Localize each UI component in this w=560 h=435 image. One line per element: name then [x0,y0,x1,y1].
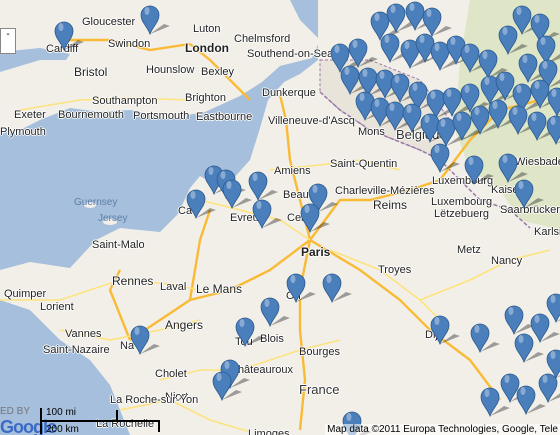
location-marker[interactable] [470,323,500,354]
location-marker[interactable] [54,21,84,52]
location-marker[interactable] [222,179,252,210]
scale-bottom-label: 200 km [46,424,79,435]
location-marker[interactable] [422,7,452,38]
marker-layer [54,1,560,435]
location-marker[interactable] [547,87,560,118]
location-marker[interactable] [546,293,560,324]
location-marker[interactable] [504,305,534,336]
location-marker[interactable] [498,153,528,184]
location-marker[interactable] [140,5,170,36]
location-marker[interactable] [130,325,160,356]
location-marker[interactable] [464,155,494,186]
location-marker[interactable] [430,143,460,174]
location-marker[interactable] [235,317,265,348]
location-marker[interactable] [186,189,216,220]
map-view[interactable]: Gloucester Luton Cardiff Swindon London Chelm… [0,0,560,435]
location-marker[interactable] [538,373,560,404]
location-marker[interactable] [514,179,544,210]
logo-prefix: ED BY [0,406,31,417]
location-marker[interactable] [430,315,460,346]
copyright-text: Map data ©2011 Europa Technologies, Goog… [325,424,560,435]
scale-bar: 100 mi 200 km [40,407,160,435]
zoom-out-button[interactable]: - [0,28,16,54]
location-marker[interactable] [248,171,278,202]
location-marker[interactable] [260,297,290,328]
location-marker[interactable] [322,273,352,304]
location-marker[interactable] [546,115,560,146]
location-marker[interactable] [252,199,282,230]
location-marker[interactable] [212,371,242,402]
location-marker[interactable] [286,273,316,304]
scale-top-label: 100 mi [46,407,77,418]
